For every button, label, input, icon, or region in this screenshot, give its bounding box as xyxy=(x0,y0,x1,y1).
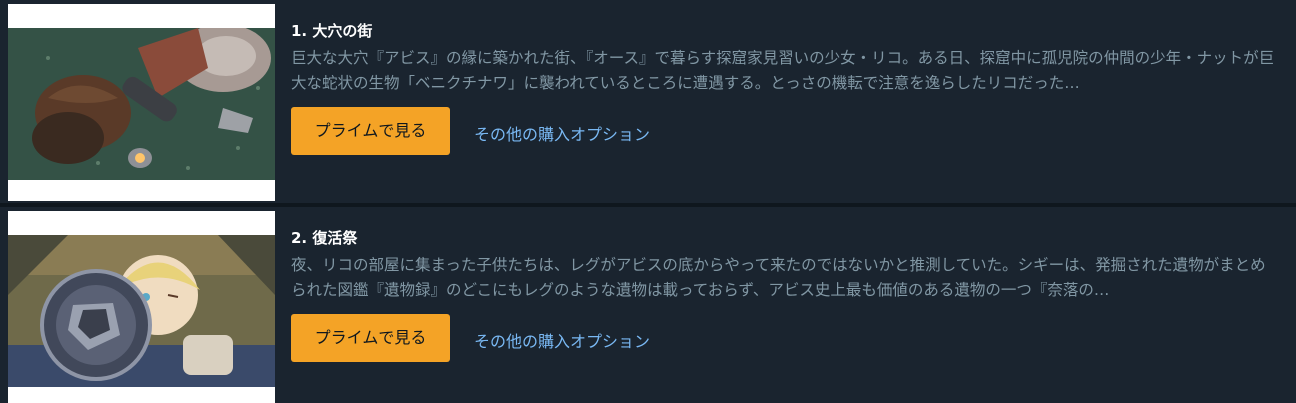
episode-description: 巨大な大穴『アビス』の縁に築かれた街、『オース』で暮らす探窟家見習いの少女・リコ… xyxy=(291,49,1275,92)
episode-row: 1. 大穴の街 巨大な大穴『アビス』の縁に築かれた街、『オース』で暮らす探窟家見… xyxy=(0,0,1296,203)
other-purchase-options-link[interactable]: その他の購入オプション xyxy=(474,328,650,352)
episode-thumbnail-image xyxy=(8,28,275,180)
watch-with-prime-button[interactable]: プライムで見る xyxy=(291,107,450,155)
episode-thumbnail-image xyxy=(8,235,275,387)
other-purchase-options-link[interactable]: その他の購入オプション xyxy=(474,121,650,145)
episode-description: 夜、リコの部屋に集まった子供たちは、レグがアビスの底からやって来たのではないかと… xyxy=(291,256,1266,299)
watch-with-prime-button[interactable]: プライムで見る xyxy=(291,314,450,362)
episode-title[interactable]: 1. 大穴の街 xyxy=(291,20,372,41)
episode-list: 1. 大穴の街 巨大な大穴『アビス』の縁に築かれた街、『オース』で暮らす探窟家見… xyxy=(0,0,1296,403)
episode-title[interactable]: 2. 復活祭 xyxy=(291,227,357,248)
episode-thumbnail[interactable] xyxy=(8,4,275,201)
episode-thumbnail[interactable] xyxy=(8,211,275,403)
episode-row: 2. 復活祭 夜、リコの部屋に集まった子供たちは、レグがアビスの底からやって来た… xyxy=(0,207,1296,403)
